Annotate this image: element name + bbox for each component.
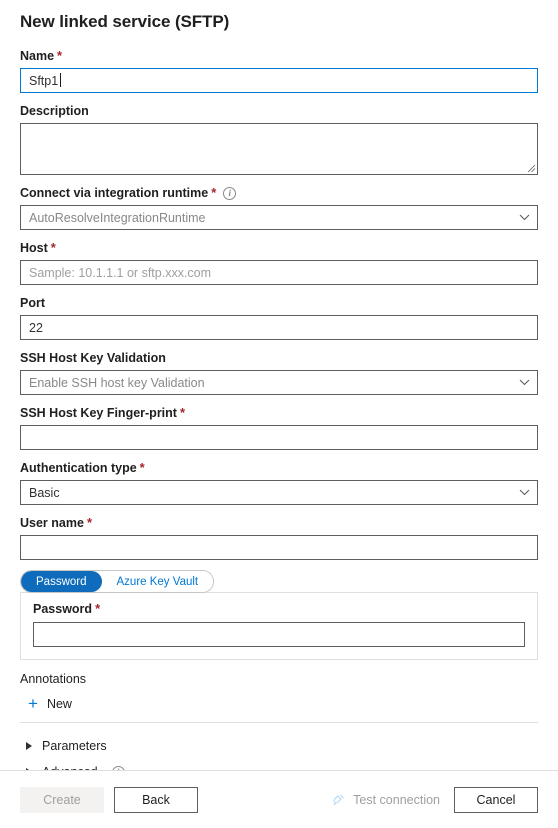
tab-password[interactable]: Password bbox=[21, 571, 102, 592]
authentication-type-required-asterisk: * bbox=[139, 460, 145, 475]
description-label-text: Description bbox=[20, 104, 89, 118]
field-authentication-type: Authentication type * Basic bbox=[20, 460, 538, 505]
field-user-name: User name * bbox=[20, 515, 538, 560]
port-label-text: Port bbox=[20, 296, 45, 310]
host-required-asterisk: * bbox=[50, 240, 56, 255]
tab-azure-key-vault[interactable]: Azure Key Vault bbox=[101, 571, 214, 592]
plus-icon: + bbox=[28, 694, 38, 713]
user-name-label: User name * bbox=[20, 515, 538, 531]
integration-runtime-select[interactable]: AutoResolveIntegrationRuntime bbox=[20, 205, 538, 230]
info-circle-icon[interactable]: i bbox=[223, 186, 237, 200]
authentication-type-select[interactable]: Basic bbox=[20, 480, 538, 505]
credential-toggle-group: Password Azure Key Vault bbox=[20, 570, 538, 593]
annotations-label: Annotations bbox=[20, 672, 87, 686]
ssh-host-key-validation-label-text: SSH Host Key Validation bbox=[20, 351, 166, 365]
back-button[interactable]: Back bbox=[114, 786, 198, 813]
triangle-right-icon bbox=[26, 742, 32, 750]
description-textarea-wrap bbox=[20, 123, 538, 175]
field-ssh-host-key-validation: SSH Host Key Validation Enable SSH host … bbox=[20, 350, 538, 395]
tab-password-label: Password bbox=[36, 575, 87, 588]
authentication-type-label-text: Authentication type bbox=[20, 461, 137, 475]
name-label: Name * bbox=[20, 48, 538, 64]
host-input[interactable] bbox=[20, 260, 538, 285]
section-divider bbox=[20, 722, 538, 723]
ssh-host-key-validation-label: SSH Host Key Validation bbox=[20, 350, 538, 366]
page-title: New linked service (SFTP) bbox=[20, 12, 230, 31]
integration-runtime-label: Connect via integration runtime * i bbox=[20, 185, 538, 201]
user-name-required-asterisk: * bbox=[86, 515, 92, 530]
integration-runtime-required-asterisk: * bbox=[211, 185, 217, 200]
name-required-asterisk: * bbox=[57, 48, 63, 63]
name-input[interactable] bbox=[20, 68, 538, 93]
create-button[interactable]: Create bbox=[20, 786, 104, 813]
parameters-label: Parameters bbox=[42, 739, 107, 753]
name-input-wrap bbox=[20, 68, 538, 93]
password-label-text: Password bbox=[33, 602, 93, 616]
integration-runtime-value: AutoResolveIntegrationRuntime bbox=[29, 210, 206, 225]
host-label: Host * bbox=[20, 240, 538, 256]
host-label-text: Host bbox=[20, 241, 48, 255]
advanced-section-toggle[interactable]: Advanced i bbox=[20, 759, 125, 770]
credential-pill-group: Password Azure Key Vault bbox=[20, 570, 215, 593]
ssh-host-key-validation-select-wrap: Enable SSH host key Validation bbox=[20, 370, 538, 395]
dialog-footer: Create Back Test connection Cancel bbox=[0, 770, 558, 828]
add-annotation-label: New bbox=[46, 696, 72, 711]
ssh-host-key-fingerprint-required-asterisk: * bbox=[179, 405, 186, 420]
ssh-host-key-validation-select[interactable]: Enable SSH host key Validation bbox=[20, 370, 538, 395]
integration-runtime-label-text: Connect via integration runtime bbox=[20, 186, 209, 200]
field-name: Name * bbox=[20, 48, 538, 93]
ssh-host-key-fingerprint-label: SSH Host Key Finger-print * bbox=[20, 405, 538, 421]
port-input[interactable] bbox=[20, 315, 538, 340]
ssh-host-key-fingerprint-input[interactable] bbox=[20, 425, 538, 450]
name-label-text: Name bbox=[20, 49, 55, 63]
field-host: Host * bbox=[20, 240, 538, 285]
new-linked-service-panel: New linked service (SFTP) Name * Descrip… bbox=[0, 0, 558, 828]
authentication-type-value: Basic bbox=[29, 485, 60, 500]
form-scroll-area: New linked service (SFTP) Name * Descrip… bbox=[0, 0, 558, 770]
password-required-asterisk: * bbox=[95, 601, 101, 616]
authentication-type-label: Authentication type * bbox=[20, 460, 538, 476]
authentication-type-select-wrap: Basic bbox=[20, 480, 538, 505]
field-integration-runtime: Connect via integration runtime * i Auto… bbox=[20, 185, 538, 230]
cancel-button[interactable]: Cancel bbox=[454, 786, 538, 813]
password-input[interactable] bbox=[33, 622, 525, 647]
password-label: Password * bbox=[33, 601, 525, 617]
integration-runtime-select-wrap: AutoResolveIntegrationRuntime bbox=[20, 205, 538, 230]
description-label: Description bbox=[20, 103, 538, 119]
plug-connection-icon bbox=[332, 793, 346, 807]
description-textarea[interactable] bbox=[20, 123, 538, 175]
ssh-host-key-fingerprint-label-text: SSH Host Key Finger-print bbox=[20, 406, 177, 420]
parameters-section-toggle[interactable]: Parameters bbox=[20, 733, 107, 759]
test-connection-label: Test connection bbox=[353, 792, 440, 807]
add-annotation-button[interactable]: + New bbox=[20, 692, 72, 718]
test-connection-button[interactable]: Test connection bbox=[332, 793, 440, 807]
text-cursor bbox=[60, 73, 61, 87]
tab-azure-key-vault-label: Azure Key Vault bbox=[116, 575, 199, 588]
field-ssh-host-key-fingerprint: SSH Host Key Finger-print * bbox=[20, 405, 538, 450]
ssh-host-key-validation-value: Enable SSH host key Validation bbox=[29, 375, 205, 390]
field-port: Port bbox=[20, 295, 538, 340]
user-name-label-text: User name bbox=[20, 516, 84, 530]
password-panel: Password * bbox=[20, 592, 538, 660]
user-name-input[interactable] bbox=[20, 535, 538, 560]
port-label: Port bbox=[20, 295, 538, 311]
field-description: Description bbox=[20, 103, 538, 175]
